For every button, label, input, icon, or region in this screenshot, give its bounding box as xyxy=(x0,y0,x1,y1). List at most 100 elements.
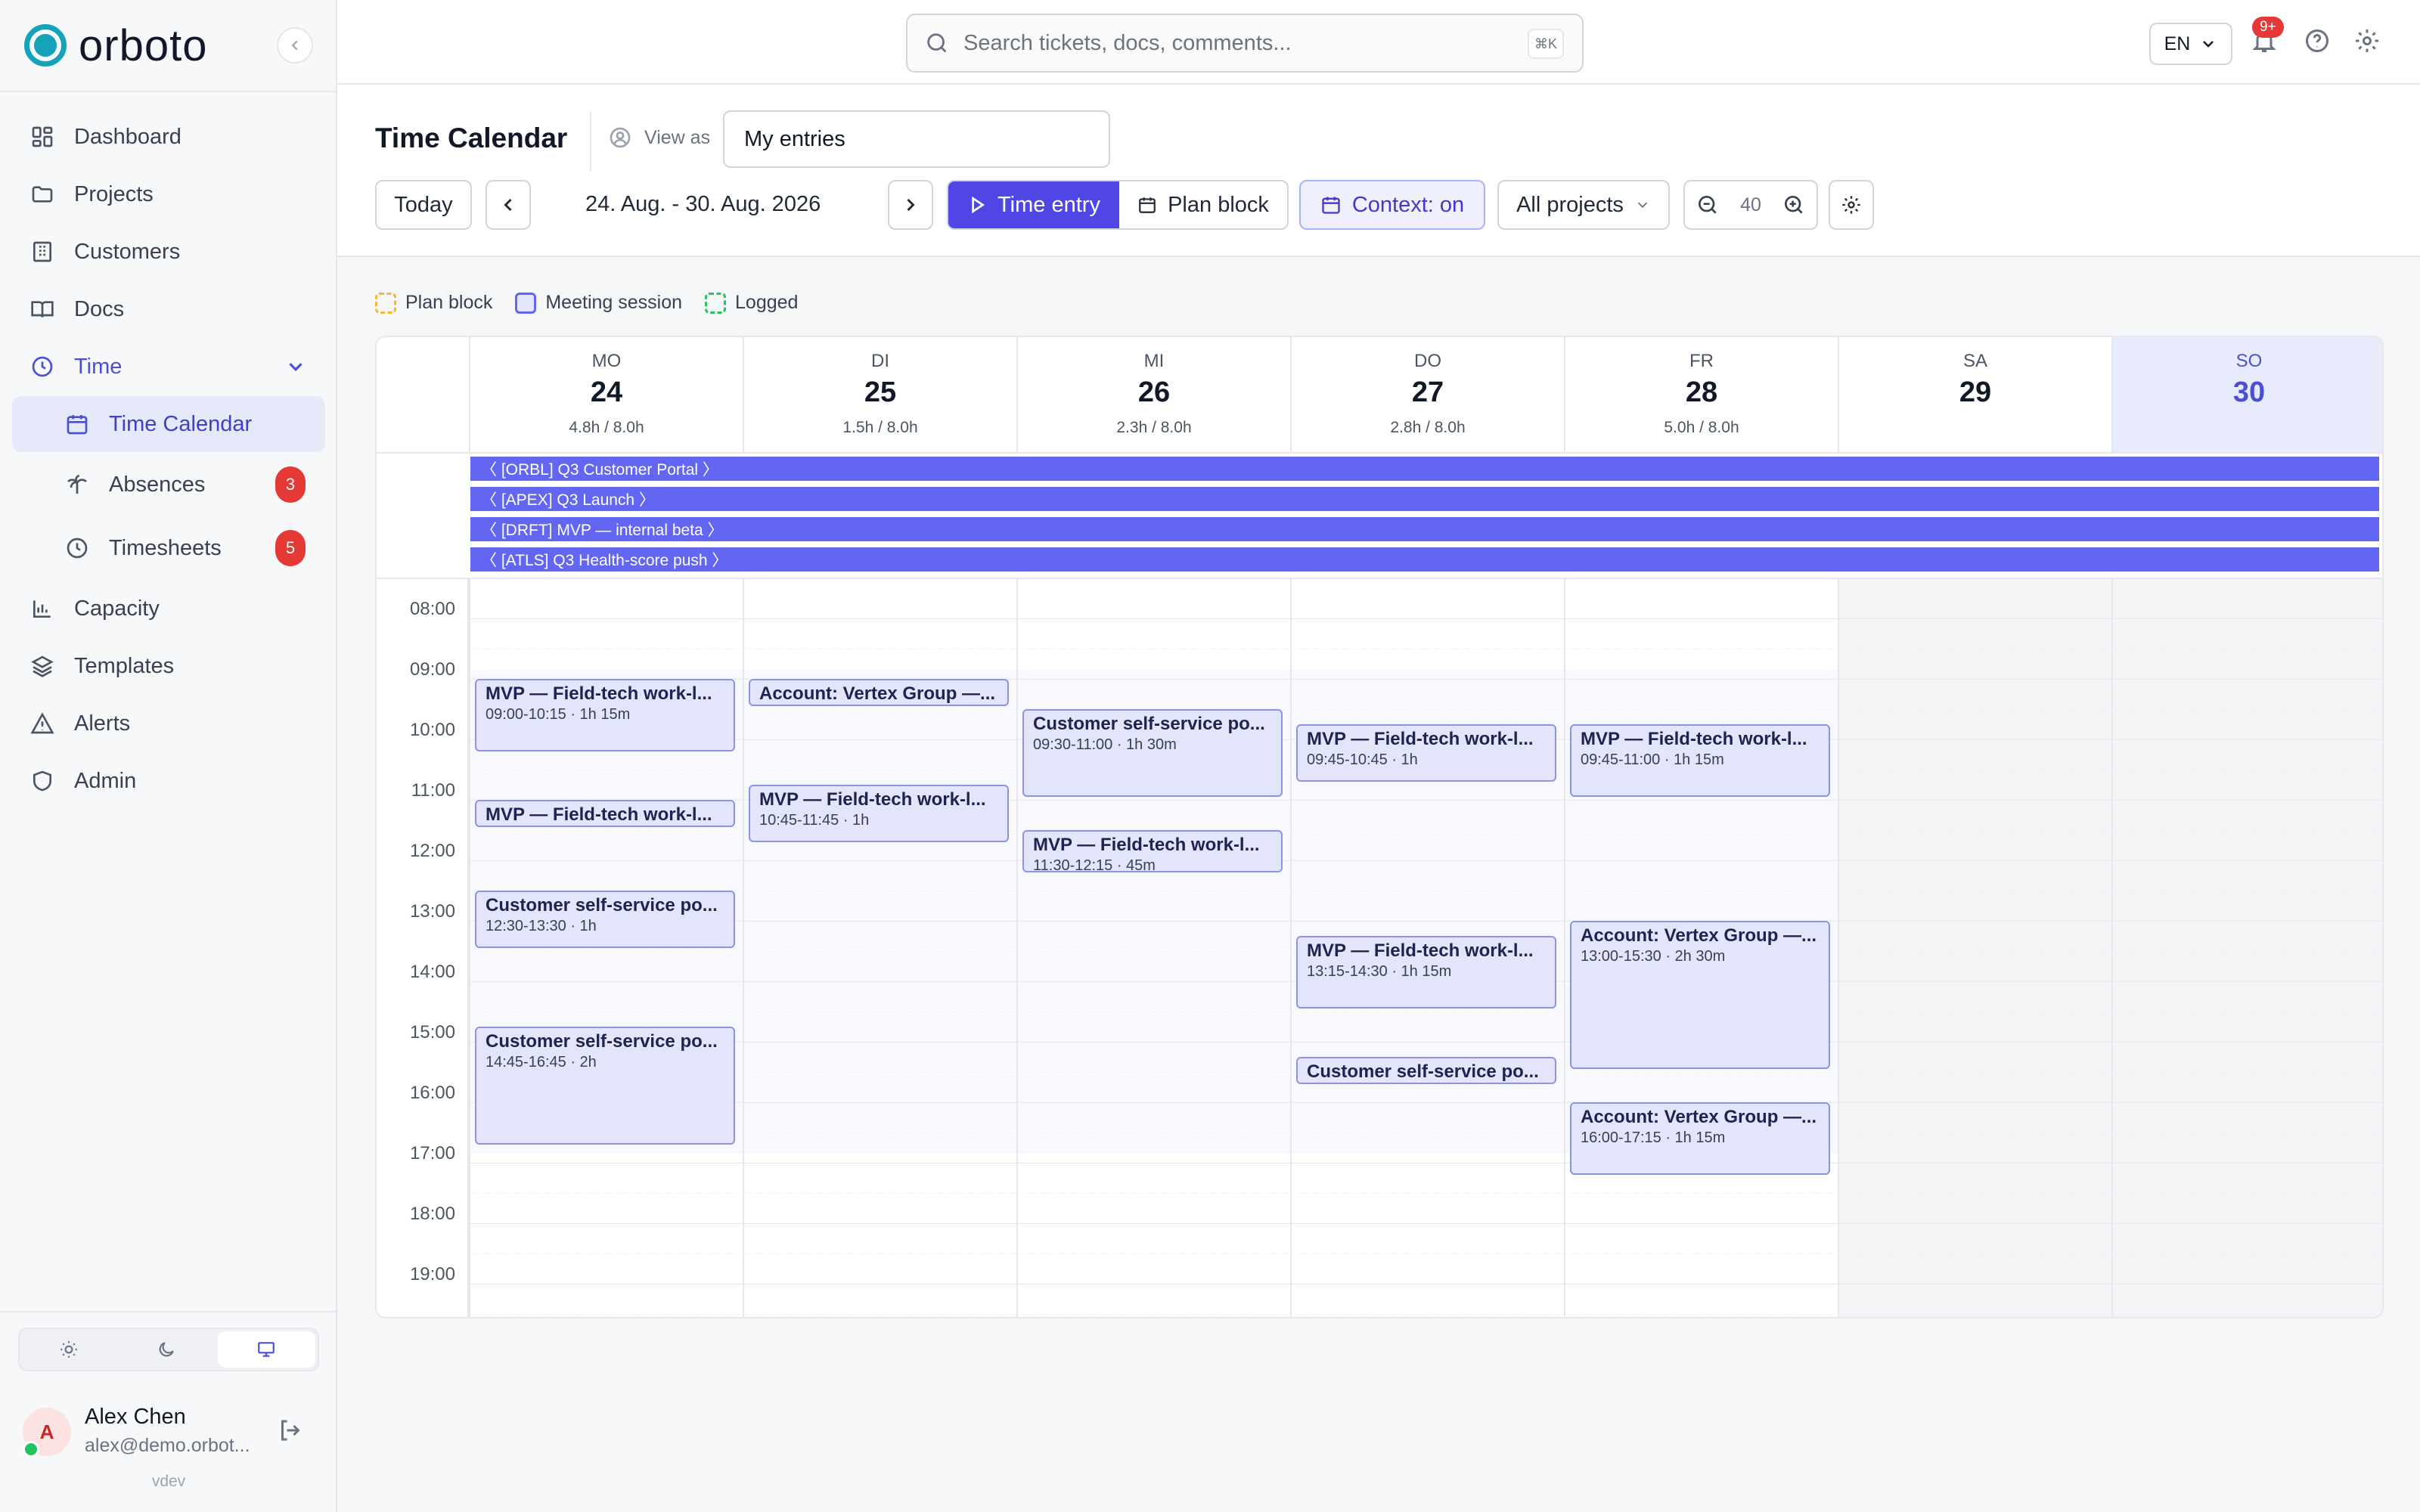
time-entry-button[interactable]: Time entry xyxy=(948,181,1119,228)
time-entry-event[interactable]: Customer self-service po... xyxy=(1296,1057,1556,1084)
time-label: 16:00 xyxy=(409,1083,455,1103)
zoom-in-icon[interactable] xyxy=(1782,193,1806,217)
absences-badge: 3 xyxy=(275,466,306,503)
monitor-icon xyxy=(258,1342,275,1357)
time-entry-event[interactable]: MVP — Field-tech work-l... 11:30-12:15 · … xyxy=(1022,830,1283,872)
language-select[interactable]: EN xyxy=(2149,23,2232,65)
gear-icon[interactable] xyxy=(2353,27,2381,54)
day-column[interactable] xyxy=(2111,579,2382,1317)
language-value: EN xyxy=(2164,33,2191,54)
sidebar-item-timesheets[interactable]: Timesheets 5 xyxy=(12,520,325,576)
day-header-mi[interactable]: MI 26 2.3h / 8.0h xyxy=(1016,337,1290,454)
day-header-sa[interactable]: SA 29 xyxy=(1838,337,2111,454)
sidebar-item-absences[interactable]: Absences 3 xyxy=(12,457,325,513)
hour-gridline xyxy=(469,1042,2382,1043)
time-entry-event[interactable]: MVP — Field-tech work-l... 10:45-11:45 · … xyxy=(749,785,1009,842)
time-entry-event[interactable]: MVP — Field-tech work-l... 13:15-14:30 · … xyxy=(1296,936,1556,1009)
time-entry-event[interactable]: MVP — Field-tech work-l... 09:45-11:00 · … xyxy=(1570,724,1830,797)
sun-icon xyxy=(60,1341,77,1358)
time-entry-event[interactable]: Customer self-service po... 14:45-16:45 ·… xyxy=(475,1027,735,1145)
day-header-di[interactable]: DI 25 1.5h / 8.0h xyxy=(743,337,1016,454)
sidebar-item-templates[interactable]: Templates xyxy=(12,638,325,694)
app-logo[interactable]: orboto xyxy=(24,21,207,70)
day-header-fr[interactable]: FR 28 5.0h / 8.0h xyxy=(1564,337,1838,454)
allday-project-bar[interactable]: 〈 [ATLS] Q3 Health-score push 〉 xyxy=(470,547,2379,572)
plan-block-button[interactable]: Plan block xyxy=(1119,181,1287,228)
topbar: Search tickets, docs, comments... ⌘K EN … xyxy=(337,0,2420,85)
event-title: MVP — Field-tech work-l... xyxy=(1581,729,1807,749)
zoom-out-icon[interactable] xyxy=(1696,193,1720,217)
legend-label: Logged xyxy=(735,292,799,313)
allday-project-bar[interactable]: 〈 [DRFT] MVP — internal beta 〉 xyxy=(470,517,2379,541)
time-label: 13:00 xyxy=(409,901,455,922)
context-toggle-button[interactable]: Context: on xyxy=(1299,180,1485,230)
day-hours: 2.8h / 8.0h xyxy=(1390,419,1466,436)
sidebar-item-label: Customers xyxy=(74,239,181,264)
event-time: 09:30-11:00 · 1h 30m xyxy=(1033,736,1177,753)
plan-block-swatch xyxy=(375,292,396,314)
time-label: 18:00 xyxy=(409,1204,455,1224)
calendar-toolbar: Time Calendar View as My entries Today 2… xyxy=(337,85,2420,257)
calendar-legend: Plan block Meeting session Logged xyxy=(375,292,821,314)
time-entry-event[interactable]: Account: Vertex Group —... 16:00-17:15 · … xyxy=(1570,1102,1830,1175)
theme-system-button[interactable] xyxy=(217,1331,315,1368)
legend-meeting-session: Meeting session xyxy=(515,292,682,314)
sidebar-item-alerts[interactable]: Alerts xyxy=(12,696,325,751)
time-entry-event[interactable]: Customer self-service po... 09:30-11:00 ·… xyxy=(1022,709,1283,797)
chevron-down-icon xyxy=(1637,202,1648,209)
help-icon[interactable] xyxy=(2304,27,2331,54)
allday-project-bar[interactable]: 〈 [ORBL] Q3 Customer Portal 〉 xyxy=(470,457,2379,481)
user-name: Alex Chen xyxy=(85,1405,186,1429)
sidebar-item-time-calendar[interactable]: Time Calendar xyxy=(12,396,325,452)
global-search[interactable]: Search tickets, docs, comments... ⌘K xyxy=(906,14,1584,73)
hour-gridline xyxy=(469,860,2382,861)
sidebar-item-admin[interactable]: Admin xyxy=(12,753,325,809)
event-title: MVP — Field-tech work-l... xyxy=(486,804,712,825)
allday-project-bar[interactable]: 〈 [APEX] Q3 Launch 〉 xyxy=(470,487,2379,511)
event-time: 12:30-13:30 · 1h xyxy=(486,918,597,934)
time-entry-event[interactable]: MVP — Field-tech work-l... 09:45-10:45 · … xyxy=(1296,724,1556,782)
time-entry-event[interactable]: Customer self-service po... 12:30-13:30 ·… xyxy=(475,891,735,948)
projects-filter[interactable]: All projects xyxy=(1497,180,1670,230)
sidebar-item-label: Capacity xyxy=(74,596,160,621)
sidebar-item-docs[interactable]: Docs xyxy=(12,281,325,337)
sidebar-item-dashboard[interactable]: Dashboard xyxy=(12,109,325,165)
day-header-so[interactable]: SO 30 xyxy=(2111,337,2382,454)
day-column[interactable] xyxy=(1838,579,2111,1317)
day-column[interactable] xyxy=(1016,579,1290,1317)
search-input[interactable]: Search tickets, docs, comments... xyxy=(963,31,1292,56)
sidebar-item-capacity[interactable]: Capacity xyxy=(12,581,325,637)
today-button[interactable]: Today xyxy=(375,180,472,230)
time-entry-event[interactable]: MVP — Field-tech work-l... 09:00-10:15 · … xyxy=(475,679,735,751)
time-entry-event[interactable]: Account: Vertex Group —... xyxy=(749,679,1009,706)
user-profile[interactable]: A Alex Chen alex@demo.orbot... xyxy=(23,1405,325,1462)
time-entry-event[interactable]: Account: Vertex Group —... 13:00-15:30 · … xyxy=(1570,921,1830,1069)
half-hour-gridline xyxy=(469,1132,2382,1133)
day-number: 24 xyxy=(590,376,623,408)
time-entry-event[interactable]: MVP — Field-tech work-l... xyxy=(475,800,735,827)
sidebar-item-customers[interactable]: Customers xyxy=(12,224,325,280)
logout-icon[interactable] xyxy=(277,1417,304,1444)
next-week-button[interactable] xyxy=(888,180,933,230)
collapse-sidebar-button[interactable] xyxy=(277,27,313,64)
event-title: MVP — Field-tech work-l... xyxy=(486,683,712,704)
day-header-mo[interactable]: MO 24 4.8h / 8.0h xyxy=(469,337,743,454)
theme-light-button[interactable] xyxy=(20,1329,117,1370)
sidebar-item-time[interactable]: Time xyxy=(12,339,325,395)
calendar-icon xyxy=(1322,197,1340,214)
day-name: MI xyxy=(1143,351,1165,371)
sidebar-item-projects[interactable]: Projects xyxy=(12,166,325,222)
event-time: 09:45-10:45 · 1h xyxy=(1307,751,1418,768)
context-label: Context: on xyxy=(1351,192,1465,217)
day-hours: 1.5h / 8.0h xyxy=(842,419,918,436)
view-as-select[interactable]: My entries xyxy=(723,110,1110,168)
entry-mode-toggle: Time entry Plan block xyxy=(947,180,1289,230)
day-hours: 4.8h / 8.0h xyxy=(569,419,644,436)
event-title: Customer self-service po... xyxy=(1307,1061,1539,1082)
chevron-down-icon xyxy=(289,363,302,371)
calendar-icon xyxy=(64,411,91,438)
day-header-do[interactable]: DO 27 2.8h / 8.0h xyxy=(1290,337,1564,454)
calendar-settings-button[interactable] xyxy=(1829,180,1874,230)
prev-week-button[interactable] xyxy=(486,180,531,230)
theme-dark-button[interactable] xyxy=(117,1329,215,1370)
